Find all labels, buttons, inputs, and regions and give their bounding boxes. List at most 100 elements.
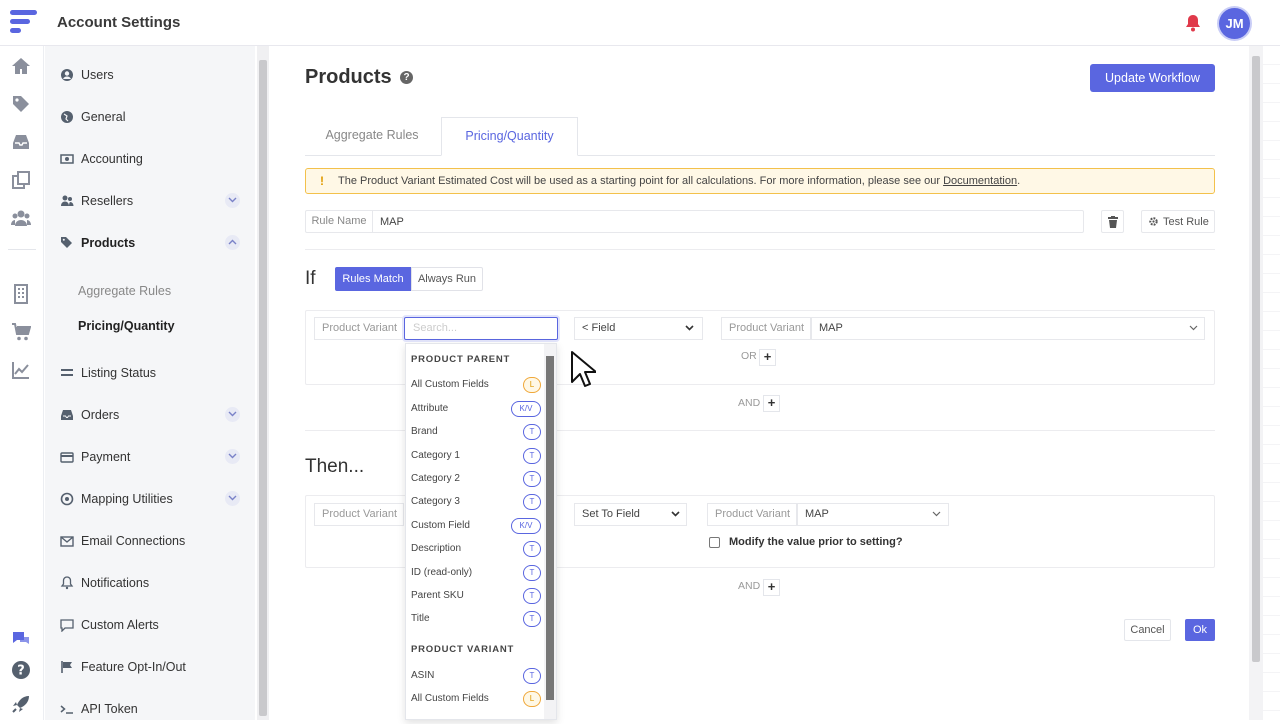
nav-item-notifications[interactable]: Notifications <box>45 568 255 598</box>
chevron-down-icon <box>1189 325 1198 331</box>
dropdown-option[interactable]: Custom Field K/V <box>411 517 541 537</box>
dropdown-option[interactable]: Title T <box>411 610 541 630</box>
chevron-down-icon[interactable] <box>225 449 240 464</box>
page-header-title: Account Settings <box>57 14 181 31</box>
nav-item-general[interactable]: General <box>45 102 255 132</box>
dropdown-option[interactable]: Brand T <box>411 423 541 443</box>
terminal-icon <box>60 705 73 714</box>
tab-pricing-quantity[interactable]: Pricing/Quantity <box>441 117 578 156</box>
always-run-button[interactable]: Always Run <box>411 267 483 291</box>
rule-name-field[interactable]: Rule Name MAP <box>305 210 1084 233</box>
chevron-down-icon <box>685 325 694 331</box>
rule-name-label: Rule Name <box>306 211 373 232</box>
nav-item-feature-opt-in-out[interactable]: Feature Opt-In/Out <box>45 652 255 682</box>
condition-right-select[interactable]: MAP <box>811 317 1205 340</box>
dropdown-option[interactable]: Category 2 T <box>411 470 541 490</box>
nav-scrollbar-thumb[interactable] <box>259 60 267 716</box>
cancel-button[interactable]: Cancel <box>1124 619 1171 641</box>
nav-item-custom-alerts[interactable]: Custom Alerts <box>45 610 255 640</box>
nav-item-mapping-utilities[interactable]: Mapping Utilities <box>45 484 255 514</box>
action-operator-select[interactable]: Set To Field <box>574 503 687 526</box>
documentation-link[interactable]: Documentation <box>943 175 1017 187</box>
option-type-badge: T <box>523 611 541 627</box>
test-rule-button[interactable]: Test Rule <box>1141 210 1215 233</box>
dropdown-option[interactable]: ID (read-only) T <box>411 564 541 584</box>
dropdown-option[interactable]: Description T <box>411 540 541 560</box>
rule-name-value[interactable]: MAP <box>380 216 404 228</box>
icon-rail: ? <box>0 46 44 720</box>
dropdown-option[interactable]: Category 3 T <box>411 493 541 513</box>
nav-item-accounting[interactable]: Accounting <box>45 144 255 174</box>
rocket-icon[interactable] <box>11 694 31 714</box>
nav-item-email-connections[interactable]: Email Connections <box>45 526 255 556</box>
app-logo[interactable] <box>10 10 38 36</box>
action-right-select[interactable]: MAP <box>797 503 949 526</box>
users-icon[interactable] <box>11 208 31 228</box>
nav-item-resellers[interactable]: Resellers <box>45 186 255 216</box>
nav-item-label: Payment <box>81 450 131 464</box>
option-type-badge: T <box>523 494 541 510</box>
dropdown-option[interactable]: Category 1 T <box>411 447 541 467</box>
dropdown-option[interactable]: ASIN T <box>411 667 541 687</box>
copy-icon[interactable] <box>11 170 31 190</box>
dropdown-option[interactable]: Attribute K/V <box>411 400 541 420</box>
question-icon[interactable]: ? <box>11 660 31 680</box>
dropdown-option[interactable]: All Custom Fields L <box>411 690 541 710</box>
list-icon <box>61 369 73 376</box>
main-scrollbar[interactable] <box>1249 46 1263 720</box>
chevron-down-icon[interactable] <box>225 193 240 208</box>
nav-item-listing-status[interactable]: Listing Status <box>45 358 255 388</box>
condition-right-label: Product Variant <box>721 317 811 340</box>
add-and-button[interactable]: + <box>763 395 780 412</box>
tag-icon[interactable] <box>11 94 31 114</box>
option-label: Category 2 <box>411 473 460 484</box>
dropdown-option[interactable]: Parent SKU T <box>411 587 541 607</box>
delete-rule-button[interactable] <box>1101 210 1124 233</box>
mouse-cursor-icon <box>571 351 596 387</box>
nav-item-products[interactable]: Products <box>45 228 255 258</box>
gear-icon <box>1149 217 1158 226</box>
if-label: If <box>305 268 316 289</box>
bell-icon[interactable] <box>1185 14 1201 32</box>
nav-item-orders[interactable]: Orders <box>45 400 255 430</box>
svg-text:?: ? <box>17 664 25 679</box>
tab-aggregate-rules[interactable]: Aggregate Rules <box>312 117 432 156</box>
option-type-badge: T <box>523 471 541 487</box>
operator-select[interactable]: < Field <box>574 317 703 340</box>
avatar[interactable]: JM <box>1219 8 1250 39</box>
nav-item-payment[interactable]: Payment <box>45 442 255 472</box>
nav-item-label: Resellers <box>81 194 134 208</box>
nav-item-label: Mapping Utilities <box>81 492 173 506</box>
rules-match-button[interactable]: Rules Match <box>335 267 411 291</box>
option-label: Title <box>411 613 430 624</box>
chat-icon[interactable] <box>11 628 31 648</box>
option-type-badge: T <box>523 448 541 464</box>
modify-value-checkbox[interactable] <box>709 537 720 548</box>
chevron-down-icon <box>932 511 941 517</box>
nav-item-users[interactable]: Users <box>45 60 255 90</box>
dropdown-scrollbar[interactable] <box>544 344 556 719</box>
home-icon[interactable] <box>11 56 31 76</box>
building-icon[interactable] <box>11 284 31 304</box>
alert-text: The Product Variant Estimated Cost will … <box>338 175 1020 187</box>
cart-icon[interactable] <box>11 322 32 342</box>
nav-subitem-aggregate-rules[interactable]: Aggregate Rules <box>78 284 171 298</box>
nav-item-label: General <box>81 110 126 124</box>
help-icon[interactable]: ? <box>400 71 413 84</box>
ok-button[interactable]: Ok <box>1185 619 1215 641</box>
update-workflow-button[interactable]: Update Workflow <box>1090 64 1215 92</box>
search-input[interactable]: Search... <box>404 317 558 340</box>
add-or-button[interactable]: + <box>759 349 776 366</box>
inbox-icon[interactable] <box>11 132 31 152</box>
chevron-down-icon[interactable] <box>225 491 240 506</box>
main-scrollbar-thumb[interactable] <box>1252 56 1260 662</box>
chevron-down-icon[interactable] <box>225 407 240 422</box>
add-and-button[interactable]: + <box>763 579 780 596</box>
dropdown-scrollbar-thumb[interactable] <box>546 356 554 700</box>
nav-scrollbar[interactable] <box>257 46 269 720</box>
chevron-up-icon[interactable] <box>225 235 240 250</box>
dropdown-option[interactable]: All Custom Fields L <box>411 376 541 396</box>
option-type-badge: K/V <box>511 518 541 534</box>
nav-subitem-pricing-quantity[interactable]: Pricing/Quantity <box>78 319 175 333</box>
chart-line-icon[interactable] <box>11 360 31 380</box>
